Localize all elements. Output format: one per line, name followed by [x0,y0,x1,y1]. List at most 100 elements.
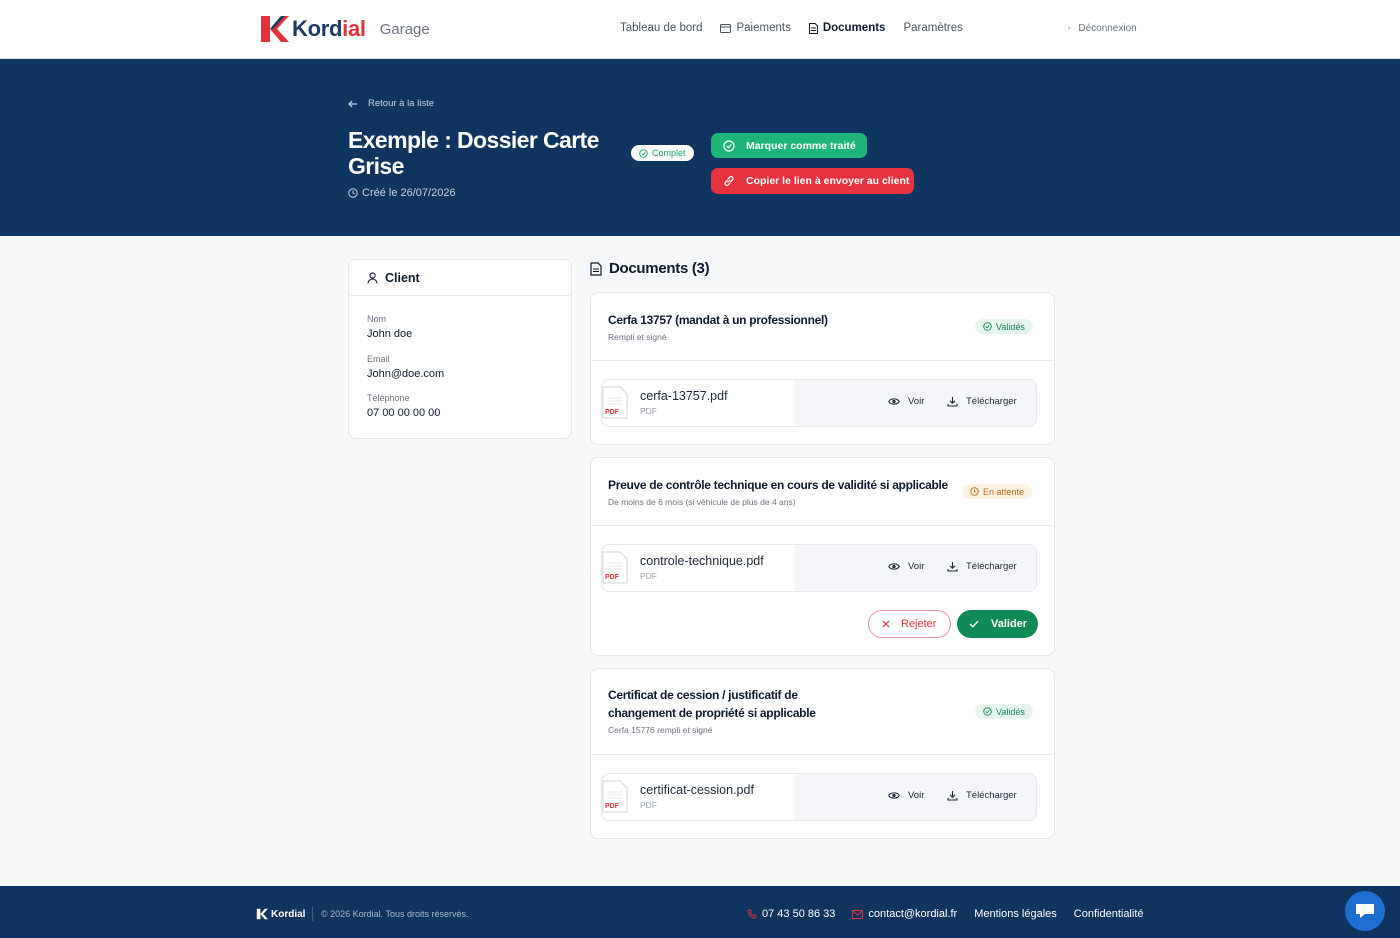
document-title-line: Certificat de cession / justificatif de [608,688,798,702]
check-circle-icon [723,139,735,152]
mark-treated-button[interactable]: Marquer comme traité [711,133,867,158]
nav-dashboard-label: Tableau de bord [620,22,703,34]
validate-label: Valider [991,618,1028,630]
document-icon [590,261,602,276]
copy-link-label: Copier le lien à envoyer au client [746,175,910,187]
view-label: Voir [908,790,925,801]
file-name: certificat-cession.pdf [640,783,754,797]
back-to-list-link[interactable]: Retour à la liste [348,98,434,109]
client-email-value: John@doe.com [367,368,445,380]
footer-privacy: Confidentialité [1073,908,1144,920]
footer: Kordial © 2026 Kordial. Tous droits rése… [0,886,1400,938]
nav-dashboard[interactable]: Tableau de bord [620,22,702,34]
clock-icon [348,188,358,198]
copy-client-link-button[interactable]: Copier le lien à envoyer au client [711,168,914,194]
created-date-text: Créé le 26/07/2026 [362,187,456,199]
status-label: En attente [983,486,1025,497]
download-label: Télécharger [966,790,1017,801]
brand-logo[interactable]: Kordial Garage [259,14,430,44]
download-icon [947,397,958,407]
footer-legal-link[interactable]: Mentions légales [974,908,1057,920]
client-email-label: Email [367,354,390,364]
document-card: Cerfa 13757 (mandat à un professionnel) … [590,292,1055,445]
kordial-logo-icon [256,908,268,920]
check-circle-icon [983,322,992,331]
brand-subtitle: Garage [379,20,430,38]
status-badge: Validés [975,319,1033,334]
eye-icon [888,563,900,570]
document-subtitle: De moins de 6 mois (si véhicule de plus … [608,497,796,507]
file-row: PDF cerfa-13757.pdf PDF Voir Télécharger [601,379,1037,427]
download-button[interactable]: Télécharger [947,561,1017,572]
document-title: Preuve de contrôle technique en cours de… [608,478,948,492]
footer-phone: 07 43 50 86 33 [762,908,836,920]
download-icon [947,562,958,572]
document-subtitle: Cerfa 15776 rempli et signé [608,725,713,735]
eye-icon [888,792,900,799]
download-button[interactable]: Télécharger [947,790,1017,801]
divider [591,360,1054,361]
file-type: PDF [640,800,657,810]
download-label: Télécharger [966,561,1017,572]
view-button[interactable]: Voir [888,790,924,801]
footer-privacy-link[interactable]: Confidentialité [1074,908,1144,920]
download-button[interactable]: Télécharger [947,396,1017,407]
file-name: cerfa-13757.pdf [640,389,728,403]
footer-email-link[interactable]: contact@kordial.fr [852,908,957,920]
status-badge: Validés [975,704,1033,719]
document-title: Certificat de cession / justificatif de … [608,686,816,722]
footer-phone-link[interactable]: 07 43 50 86 33 [747,908,835,920]
status-badge: En attente [962,484,1033,499]
client-name-value: John doe [367,328,413,340]
status-label: Validés [996,321,1025,332]
chat-icon [1356,904,1374,918]
download-label: Télécharger [966,396,1017,407]
view-button[interactable]: Voir [888,561,924,572]
view-label: Voir [908,396,925,407]
document-card: Preuve de contrôle technique en cours de… [590,457,1055,656]
document-subtitle: Rempli et signé [608,332,667,342]
logout-link[interactable]: › Déconnexion [1068,23,1137,34]
close-icon [882,620,890,628]
nav-documents-label: Documents [822,22,886,34]
dossier-header: Retour à la liste Exemple : Dossier Cart… [0,59,1400,236]
arrow-left-icon [348,100,357,107]
status-badge-label: Complet [652,148,686,158]
pdf-label: PDF [605,803,620,810]
logout-icon: › [1068,25,1071,32]
chat-button[interactable] [1345,891,1385,931]
nav-payments[interactable]: Paiements [720,22,791,34]
validate-button[interactable]: Valider [957,610,1038,638]
back-label: Retour à la liste [368,98,435,109]
page-title: Exemple : Dossier Carte Grise [348,127,599,179]
nav-payments-label: Paiements [736,22,791,34]
kordial-logo-icon [261,16,289,42]
status-badge: Complet [631,145,694,161]
client-name-label: Nom [367,314,387,324]
download-icon [947,791,958,801]
nav-settings-label: Paramètres [903,22,963,34]
clock-icon [970,487,979,496]
file-name: controle-technique.pdf [640,554,764,568]
client-card-header: Client [349,260,571,296]
main-nav: Tableau de bord Paiements Documents Para… [620,22,963,34]
file-info: PDF certificat-cession.pdf PDF [602,774,794,820]
footer-links: 07 43 50 86 33 contact@kordial.fr Mentio… [747,908,1144,920]
footer-logo[interactable]: Kordial [256,908,305,920]
view-button[interactable]: Voir [888,396,924,407]
file-info: PDF cerfa-13757.pdf PDF [602,380,794,426]
top-navbar: Kordial Garage Tableau de bord Paiements… [0,0,1400,59]
file-info: PDF controle-technique.pdf PDF [602,545,794,591]
file-type: PDF [640,406,657,416]
footer-legal: Mentions légales [974,908,1057,920]
divider [312,907,313,921]
reject-label: Rejeter [901,618,937,630]
pdf-label: PDF [605,409,620,416]
nav-settings[interactable]: Paramètres [903,22,962,34]
reject-button[interactable]: Rejeter [868,610,951,638]
status-label: Validés [996,706,1025,717]
footer-email: contact@kordial.fr [868,908,958,920]
client-phone-value: 07 00 00 00 00 [367,407,441,419]
nav-documents[interactable]: Documents [808,22,886,34]
pdf-label: PDF [605,574,620,581]
